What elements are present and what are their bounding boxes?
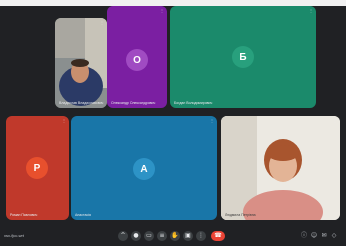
meeting-control-bar: xsx-fjcc-wrt ^ ● ▭ ≡ ✋ ▣ ⋮ ☎ ⓘ ☺ ✉ ◇ [0,224,346,246]
participant-name: Богдан Володимирович [174,101,213,105]
participant-tile-4[interactable]: Р ⋮ Роман Павлович [6,116,69,220]
participant-video-6 [221,116,340,220]
tile-more-icon[interactable]: ⋮ [100,21,104,25]
tile-more-icon[interactable]: ⋮ [210,119,214,123]
chevron-up-icon[interactable]: ^ [118,231,128,241]
tile-more-icon[interactable]: ⋮ [333,119,337,123]
participant-avatar: А [133,158,155,180]
camera-icon[interactable]: ▭ [144,231,154,241]
present-icon[interactable]: ▣ [183,231,193,241]
participant-name: Людмила Петрівна [225,213,256,217]
avatar-letter: Р [33,162,41,174]
captions-icon[interactable]: ≡ [157,231,167,241]
raise-hand-icon[interactable]: ✋ [170,231,180,241]
participant-name: Олександр Олександрович [111,101,156,105]
participant-name: Анастасія [75,213,91,217]
participant-avatar: Р [26,157,48,179]
participant-tile-1[interactable]: ⋮ Владислав Владиславович [55,18,107,108]
participant-avatar: О [126,49,148,71]
participant-tile-6[interactable]: ⋮ Людмила Петрівна [221,116,340,220]
end-call-icon[interactable]: ☎ [211,231,225,241]
participant-tile-5[interactable]: А ⋮ Анастасія [71,116,217,220]
participant-tile-3[interactable]: Б ⋮ Богдан Володимирович [170,6,316,108]
avatar-letter: А [140,163,148,175]
more-options-icon[interactable]: ⋮ [196,231,206,241]
avatar-letter: Б [239,51,247,63]
participant-name: Владислав Владиславович [59,101,104,105]
tile-more-icon[interactable]: ⋮ [62,119,66,123]
participant-name: Роман Павлович [10,213,38,217]
tile-more-icon[interactable]: ⋮ [309,9,313,13]
microphone-icon[interactable]: ● [131,231,141,241]
meeting-code: xsx-fjcc-wrt [4,233,24,238]
participant-avatar: Б [232,46,254,68]
info-icon[interactable]: ⓘ [300,232,308,240]
participant-video-1 [55,18,107,108]
activities-icon[interactable]: ◇ [330,232,338,240]
chat-icon[interactable]: ✉ [320,232,328,240]
avatar-letter: О [133,54,141,66]
tile-more-icon[interactable]: ⋮ [160,9,164,13]
people-icon[interactable]: ☺ [310,232,318,240]
participant-tile-2[interactable]: О ⋮ Олександр Олександрович [107,6,167,108]
